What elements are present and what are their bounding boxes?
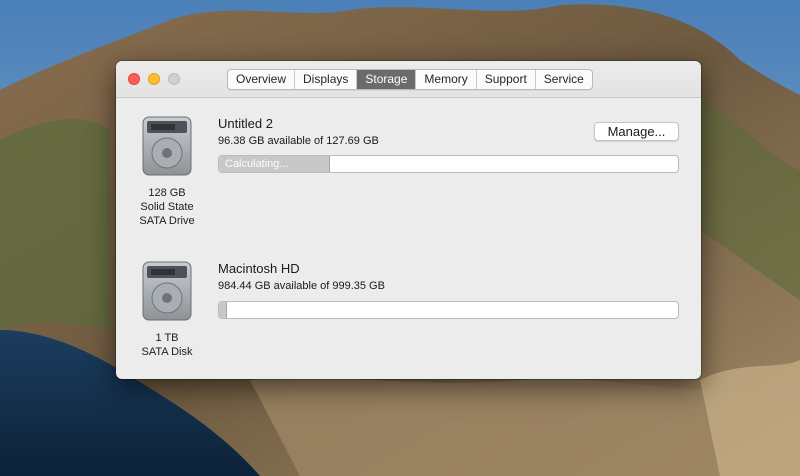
drive-caption: 1 TB SATA Disk (126, 331, 208, 359)
drive-capacity: 1 TB (155, 332, 179, 344)
volume-availability: 984.44 GB available of 999.35 GB (218, 280, 385, 292)
storage-bar-status: Calculating... (225, 158, 289, 170)
storage-usage-bar: Calculating... (218, 155, 679, 173)
drive-interface: SATA Drive (139, 215, 195, 227)
drive-type: Solid State (140, 201, 194, 213)
title-bar: Overview Displays Storage Memory Support… (116, 61, 701, 98)
minimize-button[interactable] (148, 73, 160, 85)
tab-storage[interactable]: Storage (357, 70, 417, 89)
tab-memory[interactable]: Memory (416, 70, 477, 89)
tab-displays[interactable]: Displays (295, 70, 358, 89)
drive-caption: 128 GB Solid State SATA Drive (126, 186, 208, 228)
storage-usage-fill (219, 302, 227, 318)
tab-service[interactable]: Service (536, 70, 592, 89)
volume-name: Untitled 2 (218, 116, 273, 131)
tab-bar: Overview Displays Storage Memory Support… (227, 69, 593, 90)
close-button[interactable] (128, 73, 140, 85)
manage-button[interactable]: Manage... (594, 122, 679, 141)
volume-name: Macintosh HD (218, 261, 300, 276)
volume-availability: 96.38 GB available of 127.69 GB (218, 135, 379, 147)
tab-support[interactable]: Support (477, 70, 536, 89)
about-this-mac-window: Overview Displays Storage Memory Support… (116, 61, 701, 379)
zoom-button[interactable] (168, 73, 180, 85)
storage-usage-bar (218, 301, 679, 319)
drive-interface: SATA Disk (141, 346, 193, 358)
hard-drive-icon (139, 115, 195, 177)
drive-capacity: 128 GB (148, 187, 186, 199)
tab-overview[interactable]: Overview (228, 70, 296, 89)
hard-drive-icon (139, 260, 195, 322)
